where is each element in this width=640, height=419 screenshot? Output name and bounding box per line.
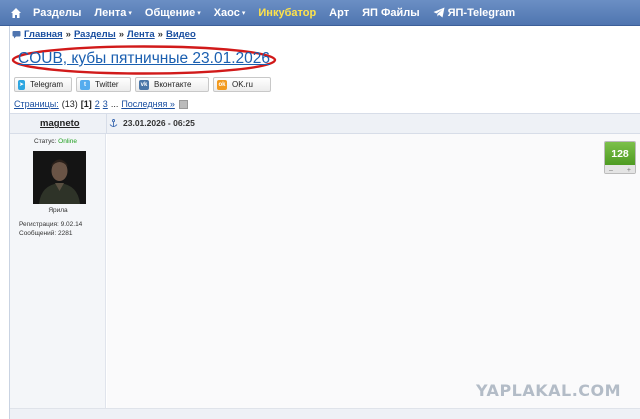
share-twitter-button[interactable]: t Twitter <box>76 77 131 92</box>
avatar[interactable] <box>33 151 86 204</box>
telegram-icon <box>433 7 445 18</box>
breadcrumb-video[interactable]: Видео <box>166 29 196 40</box>
vk-icon: vk <box>139 79 149 90</box>
page-link-3[interactable]: 3 <box>103 99 108 109</box>
nav-item-obshchenie[interactable]: Общение ▾ <box>145 7 201 19</box>
share-buttons: ➤ Telegram t Twitter vk Вконтакте ok OK.… <box>14 77 275 92</box>
pagination: Страницы: (13) [1] 2 3 ... Последняя » <box>14 99 188 109</box>
site-watermark: YAPLAKAL.COM <box>476 381 622 400</box>
share-telegram-button[interactable]: ➤ Telegram <box>14 77 72 92</box>
nav-item-lenta[interactable]: Лента ▾ <box>94 7 132 19</box>
post-user-info: Статус: Online Ярила Регистрация: 9.02.1… <box>10 134 106 419</box>
top-navigation-bar: Разделы Лента ▾ Общение ▾ Хаос ▾ Инкубатор … <box>0 0 640 26</box>
rating-value: 128 <box>605 142 635 165</box>
odnoklassniki-icon: ok <box>217 79 227 90</box>
avatar-caption: Ярила <box>48 207 68 214</box>
pages-label[interactable]: Страницы: <box>14 99 59 109</box>
post-rating: 128 – + <box>604 141 636 174</box>
breadcrumb-home[interactable]: Главная <box>24 29 63 40</box>
avatar-image <box>33 151 86 204</box>
current-page: [1] <box>80 99 92 109</box>
rating-controls: – + <box>605 165 635 174</box>
twitter-icon: t <box>80 79 90 90</box>
nav-item-khaos[interactable]: Хаос ▾ <box>214 7 246 19</box>
user-status: Статус: Online <box>34 138 77 145</box>
breadcrumb-lenta[interactable]: Лента <box>127 29 155 40</box>
breadcrumb-separator: » <box>157 29 163 40</box>
anchor-icon[interactable] <box>109 118 118 128</box>
registration-date: Регистрация: 9.02.14 <box>19 221 83 228</box>
last-page-link[interactable]: Последняя » <box>121 99 175 109</box>
jump-to-page-icon[interactable] <box>178 99 188 109</box>
forum-icon <box>12 31 21 39</box>
post-footer-strip <box>10 408 640 419</box>
user-stats: Регистрация: 9.02.14 Сообщений: 2281 <box>19 221 82 238</box>
nav-item-yap-files[interactable]: ЯП Файлы <box>362 7 420 19</box>
post-content <box>107 134 640 419</box>
post-header: magneto 23.01.2026 - 06:25 <box>10 113 640 134</box>
home-icon[interactable] <box>10 7 22 19</box>
nav-item-art[interactable]: Арт <box>329 7 349 19</box>
rating-plus-button[interactable]: + <box>627 167 631 174</box>
breadcrumb: Главная » Разделы » Лента » Видео <box>12 29 196 40</box>
chevron-down-icon: ▾ <box>241 9 246 17</box>
rating-minus-button[interactable]: – <box>609 167 613 174</box>
telegram-icon: ➤ <box>18 79 26 90</box>
page-link-2[interactable]: 2 <box>95 99 100 109</box>
column-divider <box>106 114 107 133</box>
pages-count: (13) <box>61 99 78 109</box>
post-author-name[interactable]: magneto <box>40 118 80 129</box>
breadcrumb-separator: » <box>65 29 71 40</box>
nav-item-yap-telegram[interactable]: ЯП-Telegram <box>433 7 515 19</box>
online-status: Online <box>58 138 77 145</box>
share-ok-button[interactable]: ok OK.ru <box>213 77 271 92</box>
post-date: 23.01.2026 - 06:25 <box>109 118 195 128</box>
breadcrumb-razdely[interactable]: Разделы <box>74 29 116 40</box>
nav-item-razdely[interactable]: Разделы <box>33 7 81 19</box>
share-vk-button[interactable]: vk Вконтакте <box>135 77 209 92</box>
pages-ellipsis: ... <box>110 99 119 109</box>
chevron-down-icon: ▾ <box>197 9 201 17</box>
chevron-down-icon: ▾ <box>128 9 132 17</box>
message-count: Сообщений: 2281 <box>19 229 73 237</box>
breadcrumb-separator: » <box>118 29 125 40</box>
nav-item-inkubator[interactable]: Инкубатор <box>258 7 316 19</box>
title-area: COUB, кубы пятничные 23.01.2026 <box>10 44 278 76</box>
page-title[interactable]: COUB, кубы пятничные 23.01.2026 <box>18 50 270 68</box>
